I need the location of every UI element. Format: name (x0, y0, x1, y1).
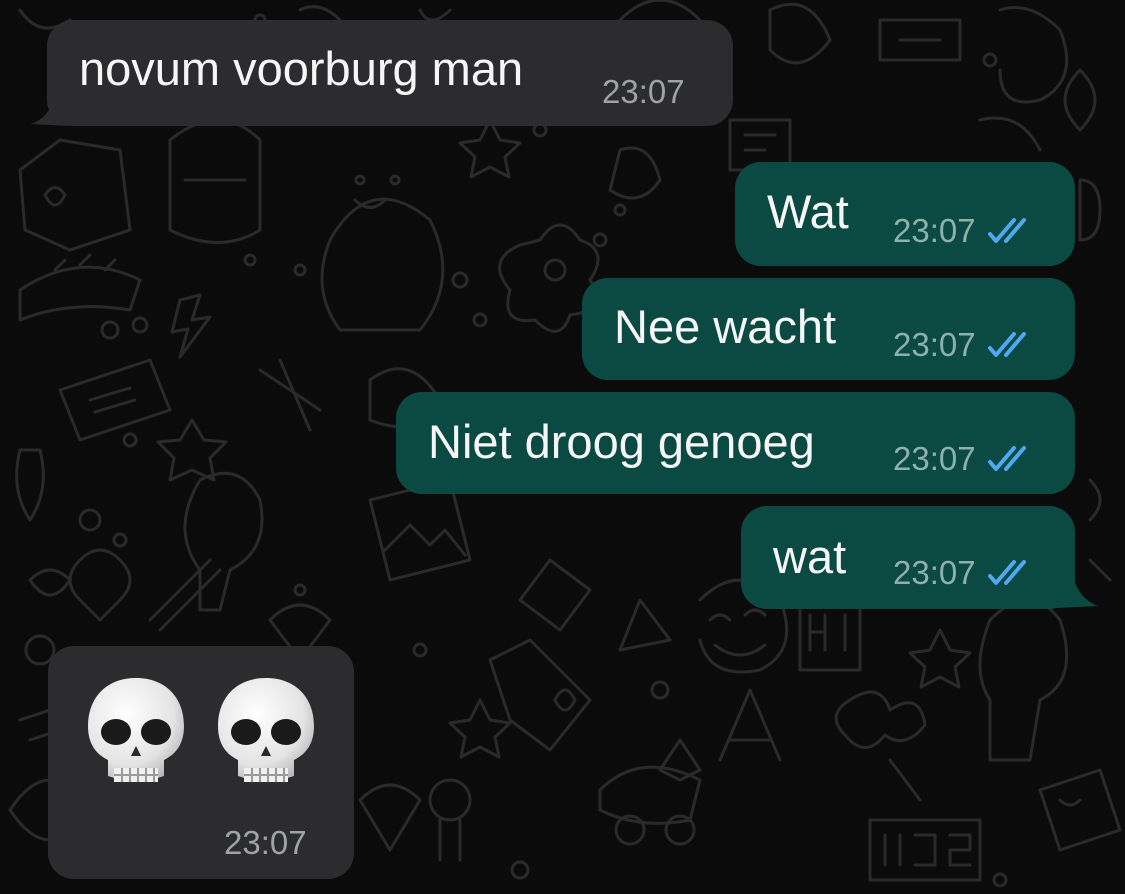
read-receipt-icon (987, 445, 1026, 471)
message-bubble[interactable]: Niet droog genoeg 23:07 (396, 392, 1075, 494)
message-meta: 23:07 (224, 826, 307, 859)
message-meta: 23:07 (893, 214, 1034, 247)
message-timestamp: 23:07 (602, 73, 685, 110)
read-receipt-icon (987, 559, 1026, 585)
message-timestamp: 23:07 (224, 824, 307, 861)
emoji-row (86, 676, 316, 792)
message-text: novum voorburg man (79, 42, 524, 95)
message-bubble[interactable]: wat 23:07 (741, 506, 1075, 609)
read-receipt-icon (987, 217, 1026, 243)
message-meta: 23:07 (602, 75, 685, 108)
message-timestamp: 23:07 (893, 326, 976, 363)
skull-emoji-icon (218, 678, 314, 782)
read-receipt-icon (987, 331, 1026, 357)
message-timestamp: 23:07 (893, 212, 976, 249)
message-meta: 23:07 (893, 556, 1034, 589)
message-timestamp: 23:07 (893, 440, 976, 477)
message-meta: 23:07 (893, 442, 1034, 475)
message-text: Wat (767, 185, 849, 238)
message-text: Niet droog genoeg (428, 415, 815, 468)
message-meta: 23:07 (893, 328, 1034, 361)
message-bubble[interactable]: Nee wacht 23:07 (582, 278, 1075, 380)
skull-emoji-icon (88, 678, 184, 782)
message-text: wat (773, 530, 847, 583)
message-text: Nee wacht (614, 300, 837, 353)
message-bubble[interactable]: novum voorburg man 23:07 (47, 20, 733, 126)
message-timestamp: 23:07 (893, 554, 976, 591)
message-bubble[interactable]: 23:07 (48, 646, 354, 879)
message-bubble[interactable]: Wat 23:07 (735, 162, 1075, 266)
